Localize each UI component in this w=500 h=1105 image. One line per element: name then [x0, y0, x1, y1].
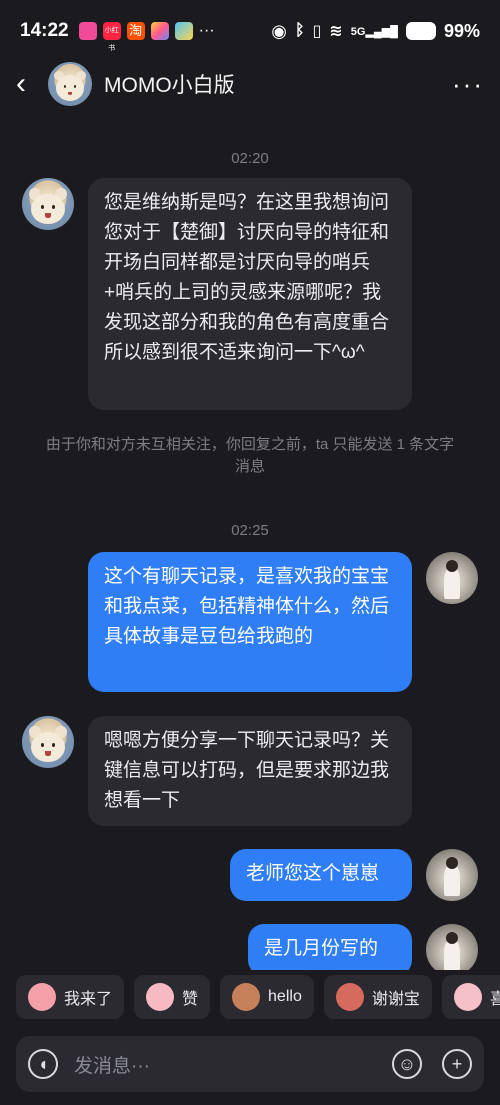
chat-header: ‹ MOMO小白版 ··· [0, 62, 500, 106]
eye-icon: ◉ [271, 20, 287, 41]
message-input[interactable]: 发消息··· [74, 1051, 150, 1078]
pig-thumb-emoji-icon [146, 983, 175, 1011]
bear-mouth [45, 751, 51, 756]
quick-reply-chip[interactable]: 赞 [134, 975, 211, 1019]
bear-face [31, 731, 65, 762]
bear-face [55, 75, 85, 101]
pig-wave-emoji-icon [28, 983, 56, 1011]
incoming-message[interactable]: 嗯嗯方便分享一下聊天记录吗？关键信息可以打码，但是要求那边我想看一下 [88, 716, 412, 826]
avatar-figure [444, 939, 460, 970]
taobao-icon: 淘 [126, 22, 145, 40]
back-arrow-icon[interactable]: ‹ [16, 67, 48, 101]
quick-reply-label: 我来了 [64, 991, 113, 1008]
message-list[interactable]: 02:20 您是维纳斯是吗？在这里我想询问您对于【楚御】讨厌向导的特征和开场白同… [0, 106, 500, 970]
status-bar: 14:22 小红书 淘 ··· ◉ ᛒ ▯ ≋ 5G▂▄▆█ 99% [0, 0, 500, 62]
system-notice: 由于你和对方未互相关注，你回复之前，ta 只能发送 1 条文字消息 [45, 436, 455, 475]
contact-name: MOMO小白版 [104, 74, 235, 97]
bear-face [31, 193, 65, 224]
timestamp: 02:20 [231, 150, 269, 167]
quick-reply-label: 喜 [489, 991, 500, 1008]
signal-icon: 5G▂▄▆█ [350, 25, 398, 38]
pig-bow-emoji-icon [335, 983, 364, 1011]
avatar-figure [444, 567, 460, 599]
quick-reply-chip[interactable]: hello [220, 975, 314, 1019]
outgoing-message[interactable]: 是几月份写的 [248, 924, 412, 970]
quick-reply-label: hello [268, 988, 302, 1005]
incoming-message[interactable]: 您是维纳斯是吗？在这里我想询问您对于【楚御】讨厌向导的特征和开场白同样都是讨厌向… [88, 178, 412, 410]
quick-reply-label: 赞 [182, 991, 199, 1008]
my-avatar[interactable] [426, 552, 478, 604]
bear-eye [40, 205, 44, 210]
avatar-figure [444, 864, 460, 896]
wifi-icon: ≋ [329, 23, 343, 40]
colorful-app-icon [150, 22, 169, 40]
outgoing-message[interactable]: 老师您这个崽崽 [230, 849, 412, 901]
emoji-icon[interactable]: ☺ [392, 1049, 422, 1079]
notification-icons: 小红书 淘 ··· [78, 22, 215, 52]
status-indicators: ◉ ᛒ ▯ ≋ 5G▂▄▆█ 99% [271, 21, 480, 42]
video-app-icon [78, 22, 97, 40]
timestamp: 02:25 [231, 522, 269, 539]
bluetooth-icon: ᛒ [294, 22, 305, 39]
my-avatar[interactable] [426, 924, 478, 970]
pig-happy-emoji-icon [453, 983, 482, 1011]
xiaohongshu-icon: 小红书 [102, 22, 121, 52]
message-input-bar[interactable]: ◖ 发消息··· ☺ + [16, 1036, 484, 1092]
quick-reply-chip[interactable]: 谢谢宝 [323, 975, 432, 1019]
gallery-app-icon [174, 22, 193, 40]
bear-eye [40, 743, 44, 748]
add-icon[interactable]: + [442, 1049, 472, 1079]
vibrate-icon: ▯ [312, 23, 322, 40]
contact-avatar[interactable] [48, 62, 92, 106]
monkey-emoji-icon [232, 983, 261, 1011]
battery-icon [405, 22, 436, 40]
outgoing-message[interactable]: 这个有聊天记录，是喜欢我的宝宝和我点菜，包括精神体什么，然后具体故事是豆包给我跑… [88, 552, 412, 692]
quick-reply-chip[interactable]: 我来了 [16, 975, 125, 1019]
battery-level: 99% [443, 20, 480, 41]
contact-avatar[interactable] [22, 716, 74, 768]
bear-mouth [45, 213, 51, 218]
status-time: 14:22 [20, 20, 69, 41]
contact-avatar[interactable] [22, 178, 74, 230]
my-avatar[interactable] [426, 849, 478, 901]
quick-reply-chip[interactable]: 喜 [441, 975, 500, 1019]
more-notifications-icon: ··· [198, 22, 215, 39]
quick-reply-bar[interactable]: 我来了 赞 hello 谢谢宝 喜 [0, 975, 500, 1027]
quick-reply-label: 谢谢宝 [371, 991, 420, 1008]
voice-icon[interactable]: ◖ [28, 1049, 58, 1079]
more-options-icon[interactable]: ··· [452, 69, 484, 100]
